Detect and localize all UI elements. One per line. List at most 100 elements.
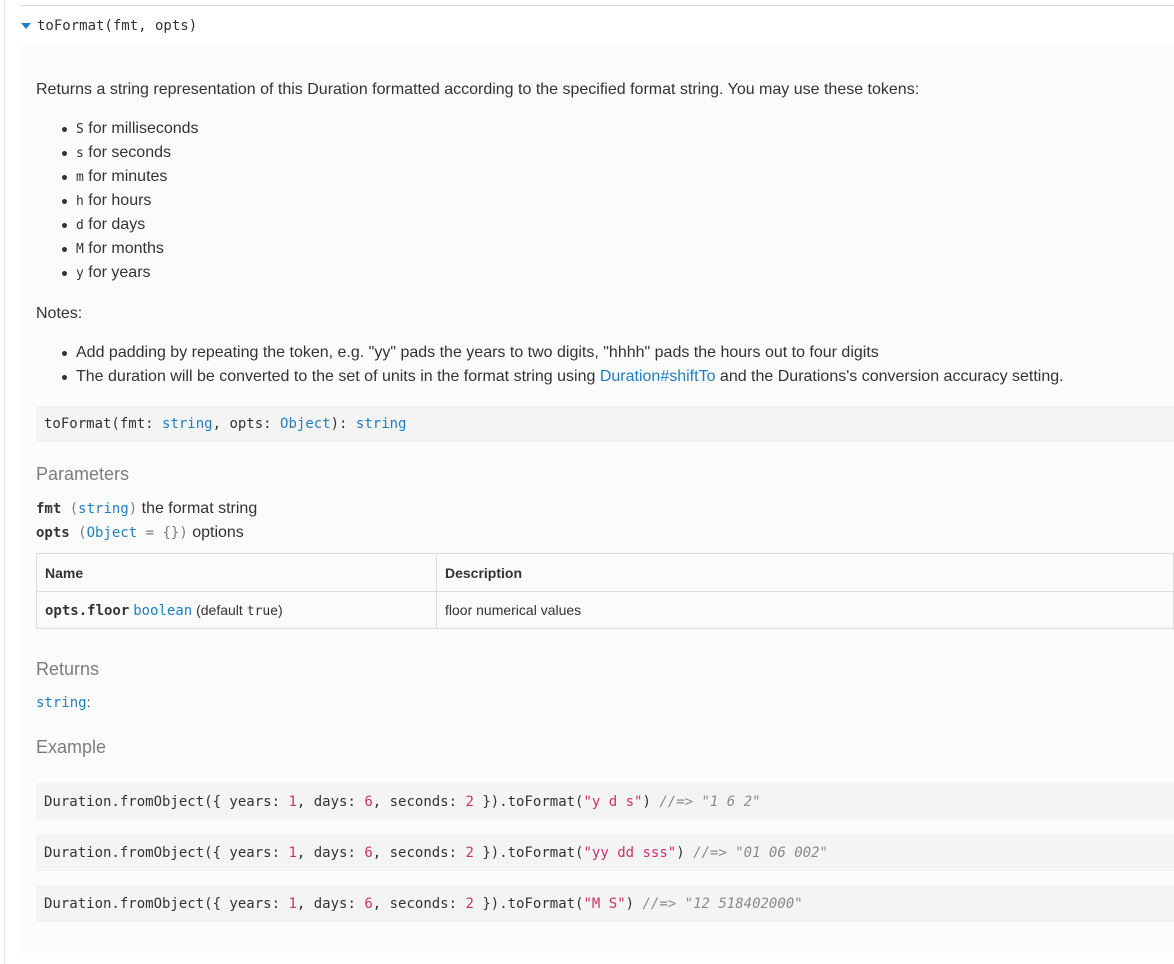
column-header-name: Name xyxy=(36,553,437,592)
list-item: y for years xyxy=(36,261,199,285)
token-code: d xyxy=(76,218,84,233)
options-table: Name Description opts.floor boolean (def… xyxy=(36,553,1174,629)
param-default: = {} xyxy=(137,525,180,541)
column-header-description: Description xyxy=(436,553,1174,592)
code-string: "yy dd sss" xyxy=(583,844,677,861)
param-type-link[interactable]: Object xyxy=(87,525,138,541)
example-code-block: Duration.fromObject({ years: 1, days: 6,… xyxy=(36,885,1174,922)
list-item: S for milliseconds xyxy=(36,117,199,141)
param-opts: opts (Object = {}) options xyxy=(36,521,244,545)
token-code: s xyxy=(76,146,84,161)
notes-label: Notes: xyxy=(36,305,83,322)
param-desc: the format string xyxy=(137,500,258,517)
code-text: }).toFormat( xyxy=(473,895,584,912)
code-text: Duration.fromObject({ years: xyxy=(44,895,289,912)
param-name: opts xyxy=(36,525,70,541)
type-link-object[interactable]: Object xyxy=(280,416,331,432)
code-comment: //=> "01 06 002" xyxy=(693,844,828,861)
example-code-block: Duration.fromObject({ years: 1, days: 6,… xyxy=(36,834,1174,871)
code-text: }).toFormat( xyxy=(473,844,584,861)
code-number: 1 xyxy=(288,895,297,912)
signature-box: toFormat(fmt: string, opts: Object): str… xyxy=(36,406,1174,442)
returns-type-link[interactable]: string xyxy=(36,695,87,711)
token-list: S for milliseconds s for seconds m for m… xyxy=(36,117,199,285)
option-default-close: ) xyxy=(278,601,283,618)
table-header-row: Name Description xyxy=(36,553,1174,592)
token-text: for minutes xyxy=(83,168,168,185)
shiftto-link[interactable]: Duration#shiftTo xyxy=(600,368,716,385)
note-text: Add padding by repeating the token, e.g.… xyxy=(76,344,879,361)
returns-type: string: xyxy=(36,692,90,713)
code-text: Duration.fromObject({ years: xyxy=(44,793,289,810)
code-number: 6 xyxy=(364,793,373,810)
signature: toFormat(fmt: string, opts: Object): str… xyxy=(36,416,406,432)
token-code: y xyxy=(76,266,84,281)
code-text: , days: xyxy=(296,793,365,810)
code-number: 1 xyxy=(288,844,297,861)
param-paren: ) xyxy=(128,501,138,517)
table-row: opts.floor boolean (default true) floor … xyxy=(36,591,1174,629)
example-code-line: Duration.fromObject({ years: 1, days: 6,… xyxy=(36,794,761,810)
example-code-line: Duration.fromObject({ years: 1, days: 6,… xyxy=(36,845,828,861)
code-comment: //=> "12 518402000" xyxy=(642,895,803,912)
code-text: , days: xyxy=(296,895,365,912)
code-string: "M S" xyxy=(583,895,626,912)
type-link-string[interactable]: string xyxy=(356,416,407,432)
param-paren: ( xyxy=(61,501,79,517)
code-comment: //=> "1 6 2" xyxy=(659,793,761,810)
option-type-link[interactable]: boolean xyxy=(133,603,192,619)
type-link-string[interactable]: string xyxy=(162,416,213,432)
note-text: The duration will be converted to the se… xyxy=(76,368,600,385)
code-text: Duration.fromObject({ years: xyxy=(44,844,289,861)
code-number: 2 xyxy=(465,844,474,861)
note-text: and the Durations's conversion accuracy … xyxy=(715,368,1064,385)
param-desc: options xyxy=(187,524,244,541)
token-text: for months xyxy=(83,240,164,257)
top-divider xyxy=(20,5,1174,6)
token-text: for hours xyxy=(83,192,152,209)
option-name: opts.floor xyxy=(45,602,130,619)
code-text: ) xyxy=(676,844,694,861)
code-text: , seconds: xyxy=(372,895,466,912)
example-heading: Example xyxy=(36,737,107,757)
token-text: for milliseconds xyxy=(83,120,199,137)
notes-list: Add padding by repeating the token, e.g.… xyxy=(36,341,1064,389)
param-paren: ( xyxy=(69,525,87,541)
member-title: toFormat(fmt, opts) xyxy=(37,18,198,34)
example-code-block: Duration.fromObject({ years: 1, days: 6,… xyxy=(36,783,1174,820)
code-number: 1 xyxy=(288,793,297,810)
left-divider xyxy=(4,0,5,964)
caret-down-icon xyxy=(21,23,31,29)
code-number: 6 xyxy=(364,895,373,912)
code-number: 2 xyxy=(465,895,474,912)
code-text: , seconds: xyxy=(372,844,466,861)
list-item: M for months xyxy=(36,237,199,261)
option-default-value: true xyxy=(246,603,278,619)
parameters-heading: Parameters xyxy=(36,464,130,484)
description: Returns a string representation of this … xyxy=(36,81,920,98)
signature-part: ): xyxy=(330,416,356,432)
code-text: }).toFormat( xyxy=(473,793,584,810)
code-number: 2 xyxy=(465,793,474,810)
table-cell-description: floor numerical values xyxy=(436,591,1174,629)
list-item: h for hours xyxy=(36,189,199,213)
returns-heading: Returns xyxy=(36,659,100,679)
code-text: , days: xyxy=(296,844,365,861)
member-body: Returns a string representation of this … xyxy=(20,45,1174,953)
returns-suffix: : xyxy=(86,694,91,710)
param-name: fmt xyxy=(36,501,62,517)
list-item: s for seconds xyxy=(36,141,199,165)
member-toggle[interactable]: toFormat(fmt, opts) xyxy=(20,16,197,36)
code-text: ) xyxy=(642,793,660,810)
token-code: h xyxy=(76,194,84,209)
param-type-link[interactable]: string xyxy=(78,501,129,517)
list-item: Add padding by repeating the token, e.g.… xyxy=(36,341,1064,365)
option-default-label: (default xyxy=(192,601,247,618)
token-text: for seconds xyxy=(83,144,171,161)
signature-part: toFormat(fmt: xyxy=(44,416,163,432)
token-code: m xyxy=(76,170,84,185)
token-code: M xyxy=(76,242,84,257)
token-text: for years xyxy=(83,264,151,281)
code-text: ) xyxy=(625,895,643,912)
example-code-line: Duration.fromObject({ years: 1, days: 6,… xyxy=(36,896,803,912)
